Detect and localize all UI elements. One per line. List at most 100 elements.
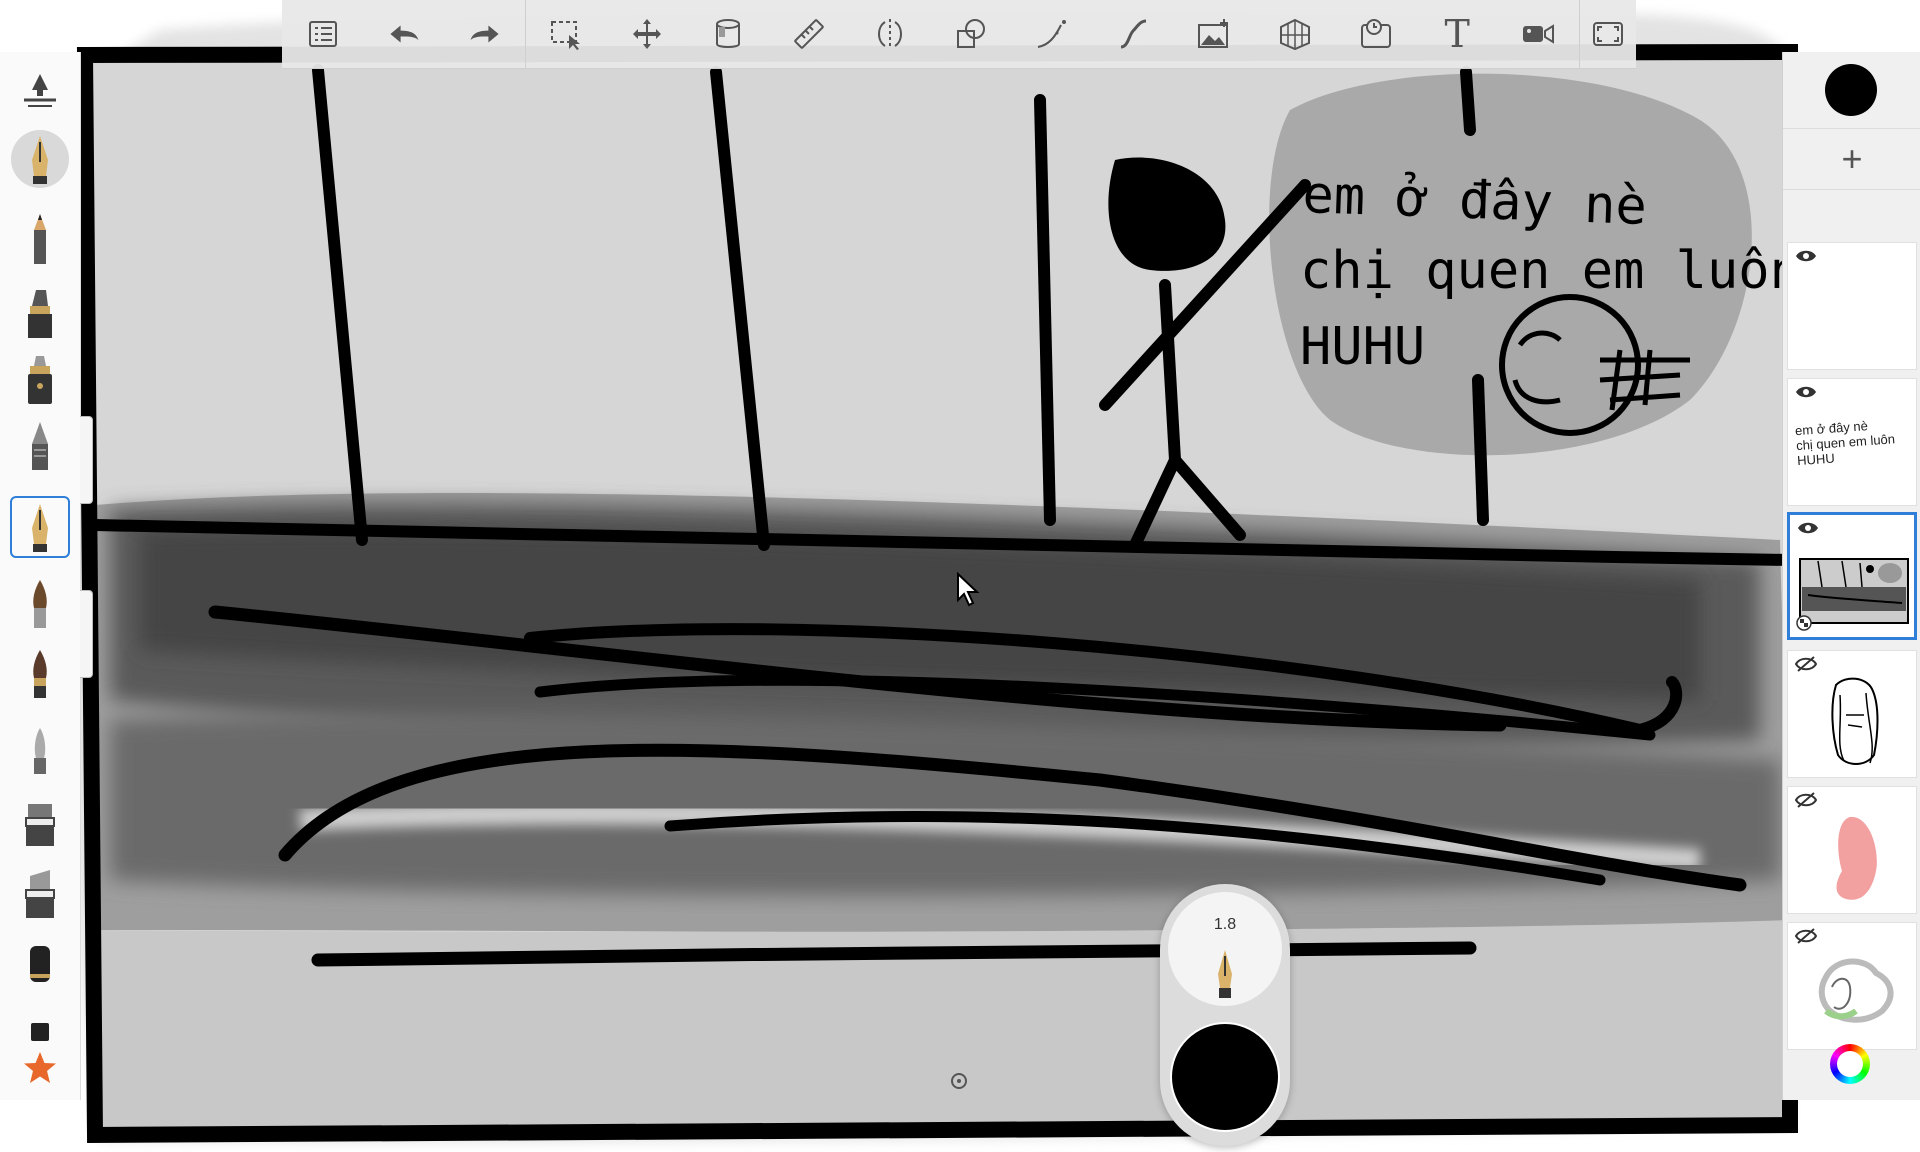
- eye-visible-icon[interactable]: [1794, 247, 1818, 265]
- layer-1[interactable]: [1787, 242, 1917, 370]
- watercolor-brush-icon: [33, 650, 47, 698]
- brush-pen-1[interactable]: [11, 130, 69, 188]
- layers-panel: + em ở đây nè chị quen em luôn HUHU: [1782, 52, 1920, 1100]
- smudge-icon: [34, 728, 46, 774]
- brush-airbrush[interactable]: [10, 414, 70, 476]
- chisel-marker-icon: [25, 870, 55, 918]
- star-icon: [24, 1052, 56, 1083]
- fill-bucket-button[interactable]: [688, 0, 769, 68]
- brush-properties-button[interactable]: [10, 60, 70, 122]
- brush-pencil[interactable]: [10, 208, 70, 270]
- eraser-icon: [30, 946, 50, 982]
- transform-move-icon: [633, 19, 662, 49]
- brush-palette: [0, 52, 81, 1100]
- fill-bucket-icon: [716, 19, 741, 48]
- brush-marker[interactable]: [10, 282, 70, 344]
- canvas-text-line-3: HUHU: [1300, 317, 1425, 377]
- shapes-icon: [957, 19, 986, 48]
- flat-marker-icon: [25, 804, 55, 846]
- layer-4[interactable]: [1787, 650, 1917, 778]
- brush-flat-marker[interactable]: [10, 790, 70, 852]
- add-image-icon: [1198, 19, 1229, 48]
- time-lapse-button[interactable]: [1336, 0, 1417, 68]
- redo-icon: [470, 25, 499, 43]
- text-tool-icon: T: [1444, 12, 1470, 56]
- selection-button[interactable]: [526, 0, 607, 68]
- layer-3-selected[interactable]: [1787, 512, 1917, 640]
- brush-fountain[interactable]: [10, 348, 70, 410]
- airbrush-icon: [32, 422, 48, 470]
- fullscreen-button[interactable]: [1579, 0, 1636, 68]
- mouse-cursor-icon: [957, 572, 980, 607]
- stroke-button[interactable]: [1093, 0, 1174, 68]
- undo-icon: [389, 25, 418, 43]
- layer-5-thumbnail: [1836, 816, 1877, 900]
- add-image-button[interactable]: [1174, 0, 1255, 68]
- brush-size-control[interactable]: 1.8: [1168, 892, 1282, 1006]
- brush-puck[interactable]: 1.8: [1160, 884, 1290, 1146]
- layer-options-icon[interactable]: [1796, 615, 1812, 631]
- brush-size-value: 1.8: [1213, 916, 1237, 933]
- current-color-swatch[interactable]: [1825, 64, 1877, 116]
- brush-eraser[interactable]: [10, 932, 70, 994]
- stroke-icon: [1120, 19, 1147, 49]
- toolbar-group-tools: T: [526, 0, 1579, 68]
- layer-5[interactable]: [1787, 786, 1917, 914]
- fullscreen-icon: [1592, 22, 1623, 46]
- menu-list-button[interactable]: [282, 0, 363, 68]
- ruler-button[interactable]: [769, 0, 850, 68]
- transform-move-button[interactable]: [607, 0, 688, 68]
- layer-2-text-preview: em ở đây nè chị quen em luôn HUHU: [1794, 418, 1896, 469]
- layer-3-thumbnail: [1799, 558, 1909, 624]
- time-lapse-icon: [1361, 19, 1392, 48]
- fountain-pen-icon: [28, 356, 52, 404]
- selection-icon: [551, 21, 581, 50]
- left-panel-tab-lower[interactable]: [80, 590, 93, 678]
- pen-nib-icon: [32, 504, 48, 552]
- perspective-grid-button[interactable]: [1255, 0, 1336, 68]
- toolbar-group-history: [282, 0, 525, 68]
- canvas-text-line-2: chị quen em luôn: [1300, 241, 1801, 301]
- brush-chisel[interactable]: [10, 862, 70, 924]
- menu-list-icon: [308, 21, 337, 47]
- shapes-button[interactable]: [931, 0, 1012, 68]
- record-video-icon: [1523, 24, 1555, 44]
- color-wheel-icon[interactable]: [1830, 1044, 1870, 1084]
- rotate-indicator-icon: [951, 1073, 967, 1089]
- eye-hidden-icon[interactable]: [1794, 655, 1818, 673]
- brush-smudge[interactable]: [10, 718, 70, 780]
- layer-6-thumbnail: [1818, 958, 1894, 1023]
- eye-hidden-icon[interactable]: [1794, 791, 1818, 809]
- curve-button[interactable]: [1012, 0, 1093, 68]
- pencil-icon: [34, 214, 46, 264]
- brush-paint[interactable]: [10, 572, 70, 634]
- undo-button[interactable]: [363, 0, 444, 68]
- favorites-button[interactable]: [10, 1048, 70, 1088]
- brush-ink-pen-selected[interactable]: [10, 496, 70, 558]
- paintbrush-icon: [33, 580, 47, 628]
- eye-visible-icon[interactable]: [1794, 383, 1818, 401]
- marker-icon: [28, 290, 52, 338]
- canvas-text-line-1: em ở đây nè: [1302, 165, 1648, 237]
- record-video-button[interactable]: [1498, 0, 1579, 68]
- brush-color-swatch[interactable]: [1170, 1022, 1280, 1132]
- curve-icon: [1037, 20, 1067, 48]
- text-tool-button[interactable]: T: [1417, 0, 1498, 68]
- symmetry-button[interactable]: [850, 0, 931, 68]
- redo-button[interactable]: [444, 0, 525, 68]
- layer-6[interactable]: [1787, 922, 1917, 1050]
- perspective-grid-icon: [1280, 18, 1311, 51]
- top-toolbar: T: [282, 0, 1636, 69]
- layer-4-thumbnail: [1831, 677, 1879, 765]
- symmetry-icon: [878, 19, 903, 49]
- layer-2[interactable]: em ở đây nè chị quen em luôn HUHU: [1787, 378, 1917, 506]
- brush-watercolor[interactable]: [10, 642, 70, 704]
- pen-nib-icon: [32, 136, 48, 184]
- eye-hidden-icon[interactable]: [1794, 927, 1818, 945]
- pen-nib-icon: [1218, 950, 1232, 998]
- add-layer-button[interactable]: +: [1783, 128, 1920, 190]
- eye-visible-icon[interactable]: [1796, 519, 1820, 537]
- ruler-icon: [794, 19, 824, 49]
- left-panel-tab-upper[interactable]: [80, 416, 93, 504]
- brush-properties-icon: [24, 74, 56, 107]
